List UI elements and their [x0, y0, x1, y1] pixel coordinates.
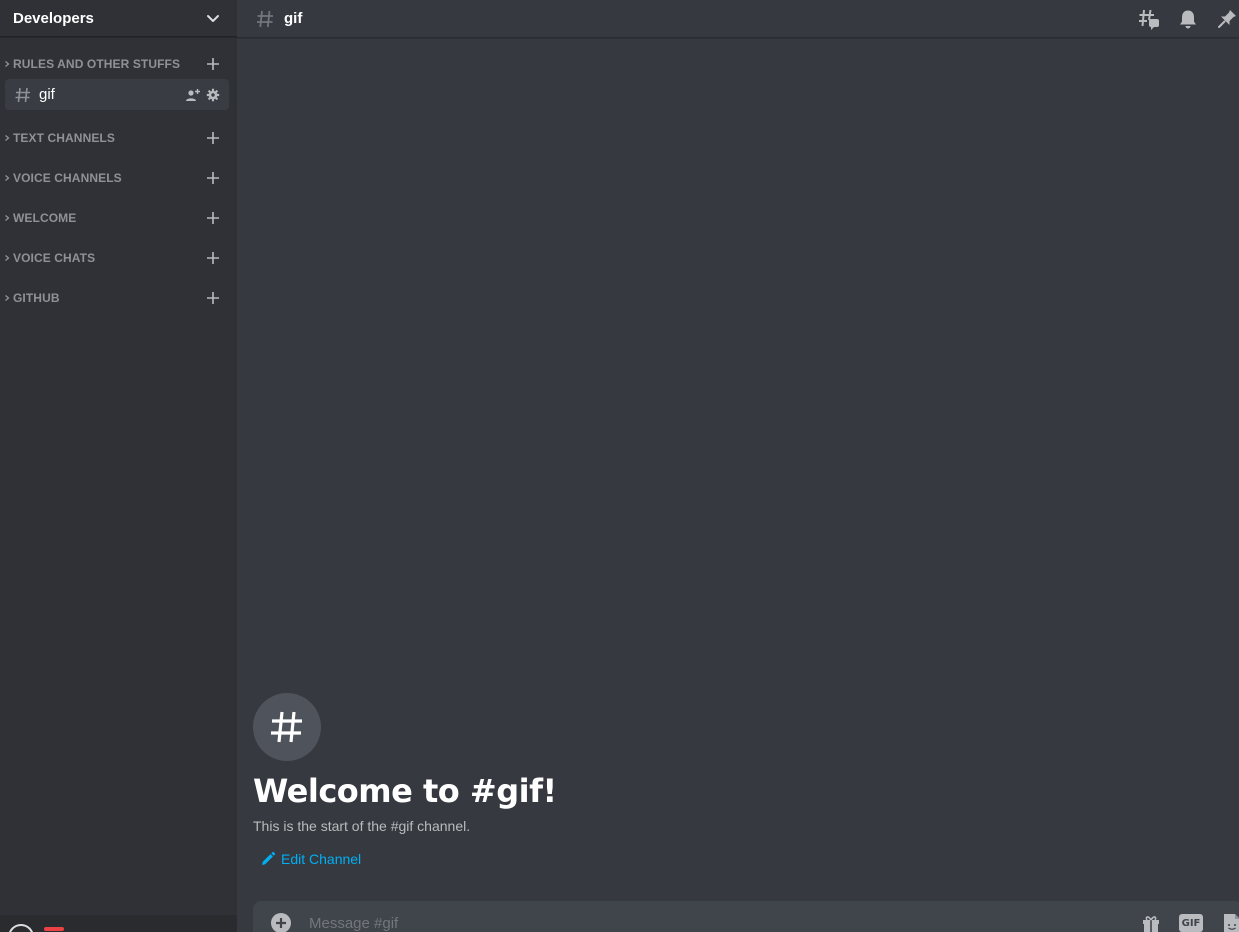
category-label: RULES AND OTHER STUFFS — [13, 57, 181, 71]
channel-list: RULES AND OTHER STUFFS gif TEXT CHANNELS — [0, 37, 237, 310]
chevron-down-icon[interactable] — [205, 10, 221, 26]
chevron-right-icon — [2, 133, 12, 143]
category-label: GITHUB — [13, 291, 60, 305]
chevron-right-icon — [2, 213, 12, 223]
pencil-icon — [260, 851, 276, 867]
plus-icon[interactable] — [204, 55, 222, 73]
chevron-right-icon — [2, 293, 12, 303]
avatar[interactable] — [8, 924, 34, 932]
gif-picker-button[interactable]: GIF — [1179, 911, 1203, 932]
channel-welcome: Welcome to #gif! This is the start of th… — [253, 693, 557, 867]
edit-channel-label: Edit Channel — [281, 851, 362, 867]
plus-icon[interactable] — [204, 289, 222, 307]
channel-header: gif — [237, 0, 1239, 38]
category-label: WELCOME — [13, 211, 77, 225]
welcome-subtitle: This is the start of the #gif channel. — [253, 818, 471, 834]
bell-icon[interactable] — [1176, 7, 1200, 31]
plus-icon[interactable] — [204, 129, 222, 147]
category-label: TEXT CHANNELS — [13, 131, 115, 145]
plus-circle-icon[interactable] — [269, 911, 293, 932]
channel-sidebar: Developers RULES AND OTHER STUFFS gif TE… — [0, 0, 237, 932]
plus-icon[interactable] — [204, 249, 222, 267]
category-rules[interactable]: RULES AND OTHER STUFFS — [0, 52, 237, 76]
channel-name: gif — [39, 86, 55, 103]
message-composer: GIF — [253, 901, 1239, 932]
category-voice-chats[interactable]: VOICE CHATS — [0, 246, 237, 270]
sticker-icon[interactable] — [1219, 911, 1239, 932]
gif-label: GIF — [1179, 914, 1203, 932]
pin-icon[interactable] — [1215, 7, 1239, 31]
chat-area: gif Welcome to #gif! This is the start o… — [237, 0, 1239, 932]
plus-icon[interactable] — [204, 169, 222, 187]
threads-icon[interactable] — [1137, 7, 1161, 31]
channel-item-gif[interactable]: gif — [5, 79, 229, 110]
chevron-right-icon — [2, 253, 12, 263]
gear-icon[interactable] — [205, 87, 221, 103]
status-indicator — [44, 927, 64, 931]
plus-icon[interactable] — [204, 209, 222, 227]
hash-icon — [254, 8, 276, 30]
gift-icon[interactable] — [1139, 911, 1163, 932]
user-panel — [0, 915, 237, 932]
add-user-icon[interactable] — [185, 87, 201, 103]
edit-channel-link[interactable]: Edit Channel — [253, 851, 557, 867]
category-label: VOICE CHATS — [13, 251, 96, 265]
category-text-channels[interactable]: TEXT CHANNELS — [0, 126, 237, 150]
server-name: Developers — [13, 9, 94, 27]
hash-icon — [253, 693, 321, 761]
category-welcome[interactable]: WELCOME — [0, 206, 237, 230]
server-header[interactable]: Developers — [0, 0, 237, 37]
message-input[interactable] — [309, 914, 1123, 932]
welcome-title: Welcome to #gif! — [253, 772, 557, 810]
chevron-right-icon — [2, 173, 12, 183]
category-voice-channels[interactable]: VOICE CHANNELS — [0, 166, 237, 190]
category-label: VOICE CHANNELS — [13, 171, 122, 185]
chevron-right-icon — [2, 59, 12, 69]
hash-icon — [13, 85, 33, 105]
category-github[interactable]: GITHUB — [0, 286, 237, 310]
channel-title: gif — [284, 10, 303, 27]
